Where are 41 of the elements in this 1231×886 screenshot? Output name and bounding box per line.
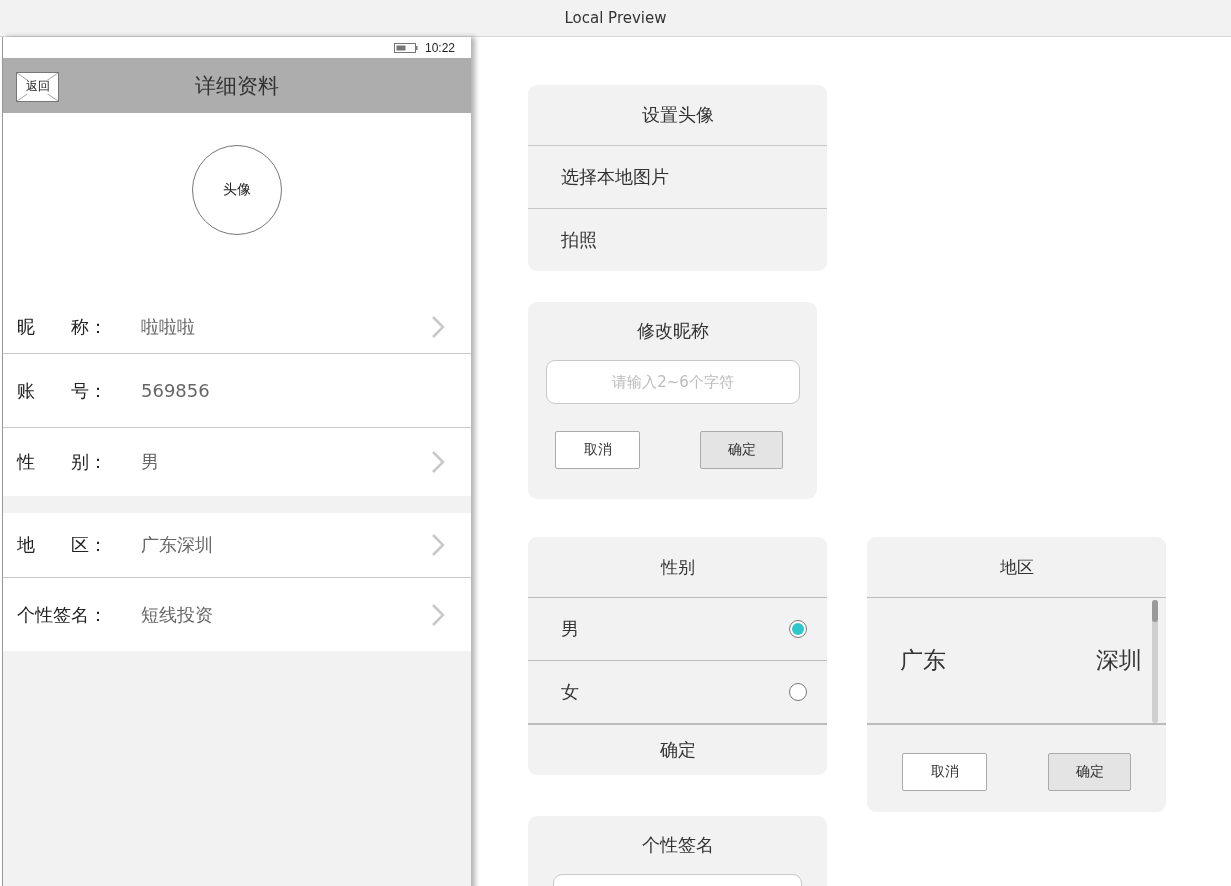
profile-row[interactable]: 性 别： 男 (3, 428, 471, 496)
battery-icon (393, 41, 418, 54)
option-label: 男 (561, 617, 579, 641)
sheet-option[interactable]: 拍照 (528, 209, 827, 271)
confirm-button[interactable]: 确定 (700, 431, 783, 469)
profile-row[interactable]: 地 区： 广东深圳 (3, 513, 471, 578)
page-title: 详细资料 (195, 72, 279, 100)
dialog-title: 个性签名 (640, 833, 715, 857)
gender-option[interactable]: 男 (528, 598, 827, 661)
back-button[interactable]: 返回 (16, 72, 59, 102)
scrollbar[interactable] (1152, 600, 1158, 723)
nickname-input-field[interactable]: 请输入2~6个字符 (546, 360, 800, 404)
row-value: 短线投资 (141, 602, 213, 627)
picker-title: 地区 (867, 537, 1166, 598)
row-label: 地 区： (17, 533, 108, 557)
city-option[interactable]: 深圳 (1096, 645, 1142, 676)
profile-row[interactable]: 昵 称： 啦啦啦 (3, 300, 471, 354)
sheet-title: 设置头像 (528, 85, 827, 146)
row-label: 昵 称： (17, 314, 108, 339)
gender-option[interactable]: 女 (528, 661, 827, 725)
option-label: 女 (561, 680, 579, 704)
row-value: 男 (141, 450, 159, 474)
radio-button[interactable] (789, 620, 807, 638)
confirm-button[interactable]: 确定 (1048, 753, 1131, 791)
dialog-title: 修改昵称 (635, 319, 710, 343)
row-value: 啦啦啦 (141, 314, 195, 339)
status-time: 10:22 (424, 40, 455, 55)
profile-row[interactable]: 个性签名： 短线投资 (3, 578, 471, 651)
cancel-button[interactable]: 取消 (555, 431, 640, 469)
cancel-button[interactable]: 取消 (902, 753, 987, 791)
picker-title: 性别 (528, 537, 827, 598)
window-title: Local Preview (564, 9, 667, 27)
row-label: 个性签名： (17, 602, 108, 627)
row-value: 广东深圳 (141, 533, 213, 557)
radio-button[interactable] (789, 683, 807, 701)
row-label: 性 别： (17, 450, 108, 474)
row-label: 账 号： (17, 378, 108, 403)
row-value: 569856 (141, 380, 210, 401)
sheet-option[interactable]: 选择本地图片 (528, 146, 827, 209)
confirm-button[interactable]: 确定 (528, 725, 827, 775)
province-option[interactable]: 广东 (900, 645, 946, 676)
